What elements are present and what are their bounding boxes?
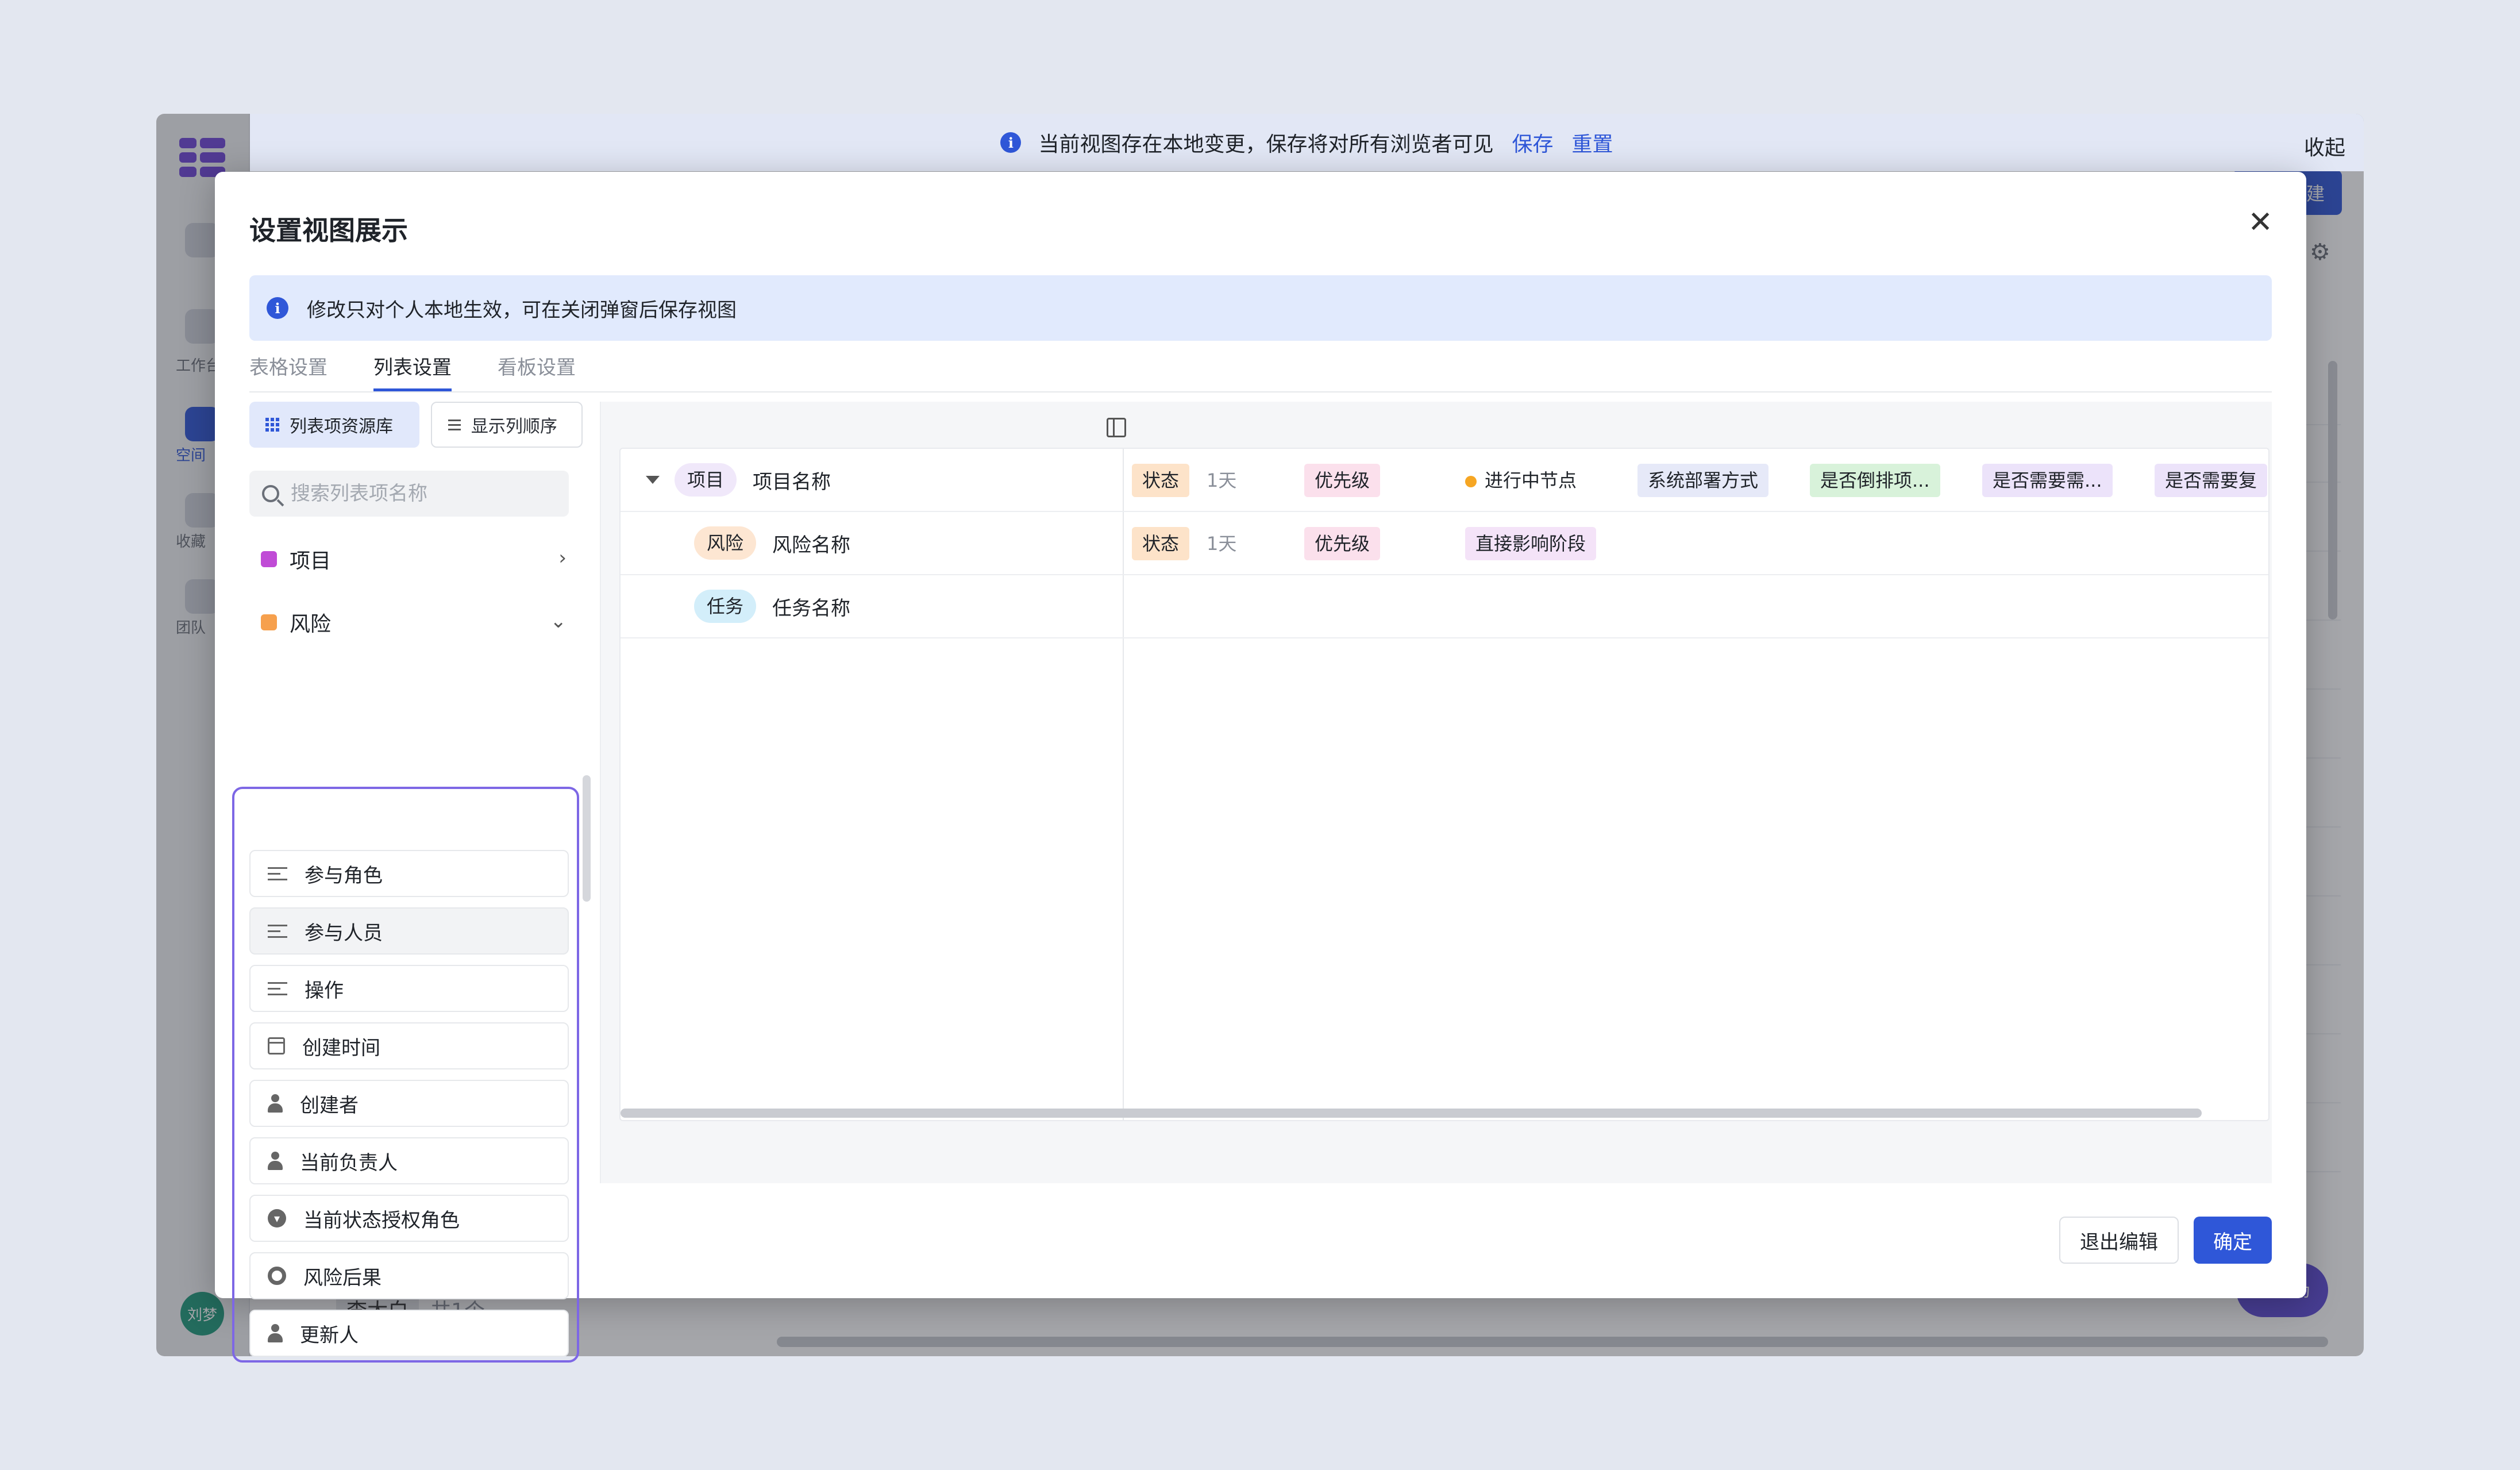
list-item[interactable]: 创建者 <box>249 1080 569 1127</box>
person-icon <box>268 1094 283 1113</box>
list-item-library-panel: 列表项资源库 显示列顺序 项目 › 风险 ⌄ 参与角色 <box>232 402 591 1363</box>
close-icon[interactable]: ✕ <box>2248 207 2273 237</box>
group-risk-label: 风险 <box>290 613 332 636</box>
type-tag: 任务 <box>694 590 757 623</box>
list-item-label: 更新人 <box>300 1323 359 1347</box>
table-row[interactable]: 任务 任务名称 <box>621 575 2268 638</box>
row-name: 任务名称 <box>772 597 851 620</box>
list-item-label: 风险后果 <box>303 1266 382 1290</box>
list-item-label: 操作 <box>305 979 344 1002</box>
grid-icon <box>265 418 279 432</box>
list-item[interactable]: 当前负责人 <box>249 1137 569 1184</box>
risk-color-swatch <box>261 614 277 630</box>
chevron-right-icon[interactable]: › <box>558 547 567 569</box>
tab-board-settings[interactable]: 看板设置 <box>498 353 576 391</box>
list-item[interactable]: ▾ 当前状态授权角色 <box>249 1195 569 1242</box>
list-item-label: 创建者 <box>300 1094 359 1117</box>
dialog-title: 设置视图展示 <box>249 215 408 246</box>
role-badge-icon: ▾ <box>268 1209 286 1227</box>
node-label: 进行中节点 <box>1485 470 1577 491</box>
collapse-button[interactable]: 收起 <box>2304 131 2345 161</box>
type-tag: 项目 <box>675 463 737 497</box>
list-item-label: 创建时间 <box>302 1036 380 1060</box>
info-banner-text: 修改只对个人本地生效，可在关闭弹窗后保存视图 <box>307 298 737 322</box>
list-item[interactable]: 更新人 <box>249 1310 569 1357</box>
list-item-label: 当前状态授权角色 <box>303 1209 460 1232</box>
list-item[interactable]: 参与角色 <box>249 850 569 897</box>
list-icon <box>448 419 461 430</box>
view-settings-dialog: 设置视图展示 ✕ i 修改只对个人本地生效，可在关闭弹窗后保存视图 表格设置 列… <box>215 172 2306 1363</box>
panel-scrollbar[interactable] <box>583 775 591 902</box>
info-icon: i <box>267 297 288 319</box>
list-item[interactable]: 操作 <box>249 965 569 1012</box>
status-chip: 状态 <box>1132 527 1190 560</box>
status-chip: 状态 <box>1132 464 1190 497</box>
exit-edit-button[interactable]: 退出编辑 <box>2059 1217 2179 1264</box>
status-dot-icon <box>1465 476 1477 487</box>
column-order-button-label: 显示列顺序 <box>471 417 557 437</box>
priority-chip: 优先级 <box>1304 527 1381 560</box>
settings-tabs: 表格设置 列表设置 看板设置 <box>249 353 2272 392</box>
list-item-label: 参与人员 <box>305 921 383 945</box>
tab-table-settings[interactable]: 表格设置 <box>249 353 327 391</box>
library-button-label: 列表项资源库 <box>290 417 393 437</box>
field-chip: 是否倒排项... <box>1810 464 1940 497</box>
type-tag: 风险 <box>694 526 757 560</box>
field-chip: 是否需要复 <box>2155 464 2268 497</box>
list-item-label: 参与角色 <box>305 864 383 887</box>
sidebar-toggle-icon[interactable] <box>1107 418 1126 437</box>
preview-table: 项目 项目名称 状态 1天 优先级 进行中节点 系统部署方式 是否倒排项... … <box>619 448 2269 1121</box>
list-item-label: 当前负责人 <box>300 1151 398 1175</box>
search-icon <box>262 485 279 502</box>
library-button[interactable]: 列表项资源库 <box>249 402 419 448</box>
circle-icon <box>268 1267 286 1285</box>
node-value: 进行中节点 <box>1465 464 1577 497</box>
confirm-button[interactable]: 确定 <box>2194 1217 2272 1264</box>
save-link[interactable]: 保存 <box>1512 128 1553 157</box>
phase-chip: 直接影响阶段 <box>1465 527 1597 560</box>
duration-value: 1天 <box>1207 533 1237 555</box>
priority-chip: 优先级 <box>1304 464 1381 497</box>
table-row[interactable]: 风险 风险名称 状态 1天 优先级 直接影响阶段 <box>621 512 2268 575</box>
caret-down-icon[interactable] <box>646 476 660 484</box>
duration-value: 1天 <box>1207 470 1237 491</box>
row-name: 项目名称 <box>753 470 831 494</box>
row-name: 风险名称 <box>772 533 851 557</box>
field-settings-icon <box>268 980 287 997</box>
project-color-swatch <box>261 551 277 567</box>
unsaved-changes-bar: i 当前视图存在本地变更，保存将对所有浏览者可见 保存 重置 收起 <box>250 114 2364 171</box>
person-icon <box>268 1324 283 1342</box>
info-banner: i 修改只对个人本地生效，可在关闭弹窗后保存视图 <box>249 275 2272 341</box>
risk-field-list: 参与角色 参与人员 操作 创建时间 创建者 当前负责人 ▾ 当前状态授权角色 风… <box>249 850 569 1367</box>
column-order-button[interactable]: 显示列顺序 <box>430 402 583 448</box>
group-risk[interactable]: 风险 ⌄ <box>249 594 583 651</box>
group-project[interactable]: 项目 › <box>249 530 583 588</box>
field-settings-icon <box>268 865 287 882</box>
field-chip: 系统部署方式 <box>1637 464 1769 497</box>
list-item[interactable]: 创建时间 <box>249 1022 569 1069</box>
tab-list-settings[interactable]: 列表设置 <box>373 353 452 391</box>
info-icon: i <box>1000 132 1022 153</box>
list-item[interactable]: 参与人员 <box>249 907 569 955</box>
search-input[interactable] <box>291 482 555 505</box>
list-preview: 项目 项目名称 状态 1天 优先级 进行中节点 系统部署方式 是否倒排项... … <box>600 402 2272 1183</box>
unsaved-message: 当前视图存在本地变更，保存将对所有浏览者可见 <box>1038 133 1494 156</box>
table-row[interactable]: 项目 项目名称 状态 1天 优先级 进行中节点 系统部署方式 是否倒排项... … <box>621 449 2268 512</box>
person-icon <box>268 1152 283 1170</box>
calendar-icon <box>268 1037 285 1055</box>
chevron-down-icon[interactable]: ⌄ <box>550 610 567 633</box>
search-field <box>249 471 569 517</box>
reset-link[interactable]: 重置 <box>1572 128 1613 157</box>
field-chip: 是否需要需... <box>1982 464 2113 497</box>
group-project-label: 项目 <box>290 549 332 573</box>
list-item[interactable]: 风险后果 <box>249 1252 569 1299</box>
field-settings-icon <box>268 922 287 940</box>
preview-horizontal-scrollbar[interactable] <box>621 1109 2202 1118</box>
